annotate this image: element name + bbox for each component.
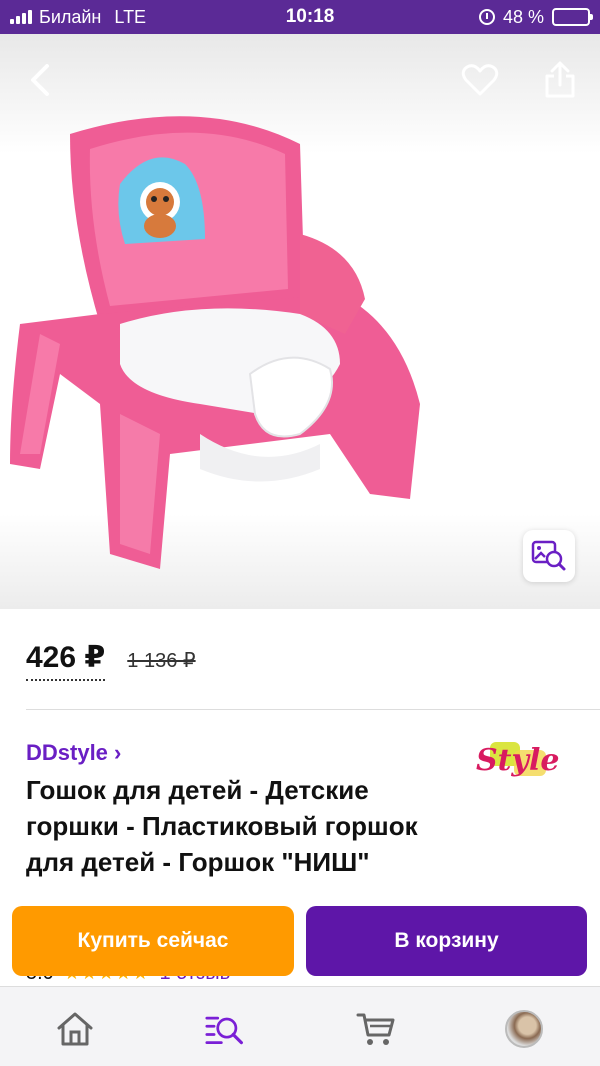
heart-icon bbox=[461, 64, 499, 96]
battery-percent: 48 % bbox=[502, 6, 544, 27]
battery-icon bbox=[552, 8, 593, 26]
current-price[interactable]: 426 ₽ bbox=[26, 640, 106, 681]
carrier-label: Билайн bbox=[39, 6, 102, 27]
bottom-nav bbox=[0, 986, 600, 1066]
visual-search-button[interactable] bbox=[523, 530, 575, 582]
nav-catalog[interactable] bbox=[205, 1009, 245, 1049]
nav-cart[interactable] bbox=[356, 1009, 396, 1049]
chevron-left-icon bbox=[31, 64, 49, 96]
svg-text:Style: Style bbox=[476, 743, 559, 778]
share-button[interactable] bbox=[540, 60, 580, 100]
seller-link[interactable]: DDstyle › bbox=[26, 740, 121, 766]
nav-profile[interactable] bbox=[504, 1009, 544, 1049]
product-title: Гошок для детей - Детские горшки - Пласт… bbox=[26, 775, 418, 877]
old-price: 1 136 ₽ bbox=[127, 650, 196, 672]
back-button[interactable] bbox=[20, 60, 60, 100]
signal-icon bbox=[10, 10, 32, 24]
profile-avatar bbox=[505, 1010, 543, 1048]
favorite-button[interactable] bbox=[460, 60, 500, 100]
buy-now-button[interactable]: Купить сейчас bbox=[12, 906, 294, 976]
image-search-icon bbox=[531, 540, 566, 571]
catalog-search-icon bbox=[205, 1016, 243, 1045]
nav-home[interactable] bbox=[55, 1009, 95, 1049]
clock: 10:18 bbox=[285, 6, 335, 27]
home-icon bbox=[57, 1012, 93, 1046]
divider bbox=[26, 709, 600, 710]
network-label: LTE bbox=[114, 6, 147, 27]
brand-logo: Style bbox=[476, 742, 559, 778]
status-right: 48 % bbox=[410, 6, 593, 28]
alarm-icon bbox=[478, 9, 495, 25]
status-left: Билайн LTE bbox=[10, 7, 230, 28]
status-bar: Билайн LTE 10:18 48 % bbox=[0, 0, 600, 34]
add-to-cart-button[interactable]: В корзину bbox=[306, 906, 587, 976]
product-gallery[interactable] bbox=[0, 34, 600, 609]
share-icon bbox=[545, 61, 575, 98]
price-block: 426 ₽ 1 136 ₽ bbox=[26, 640, 196, 681]
product-image bbox=[10, 116, 420, 569]
cart-icon bbox=[356, 1013, 395, 1045]
